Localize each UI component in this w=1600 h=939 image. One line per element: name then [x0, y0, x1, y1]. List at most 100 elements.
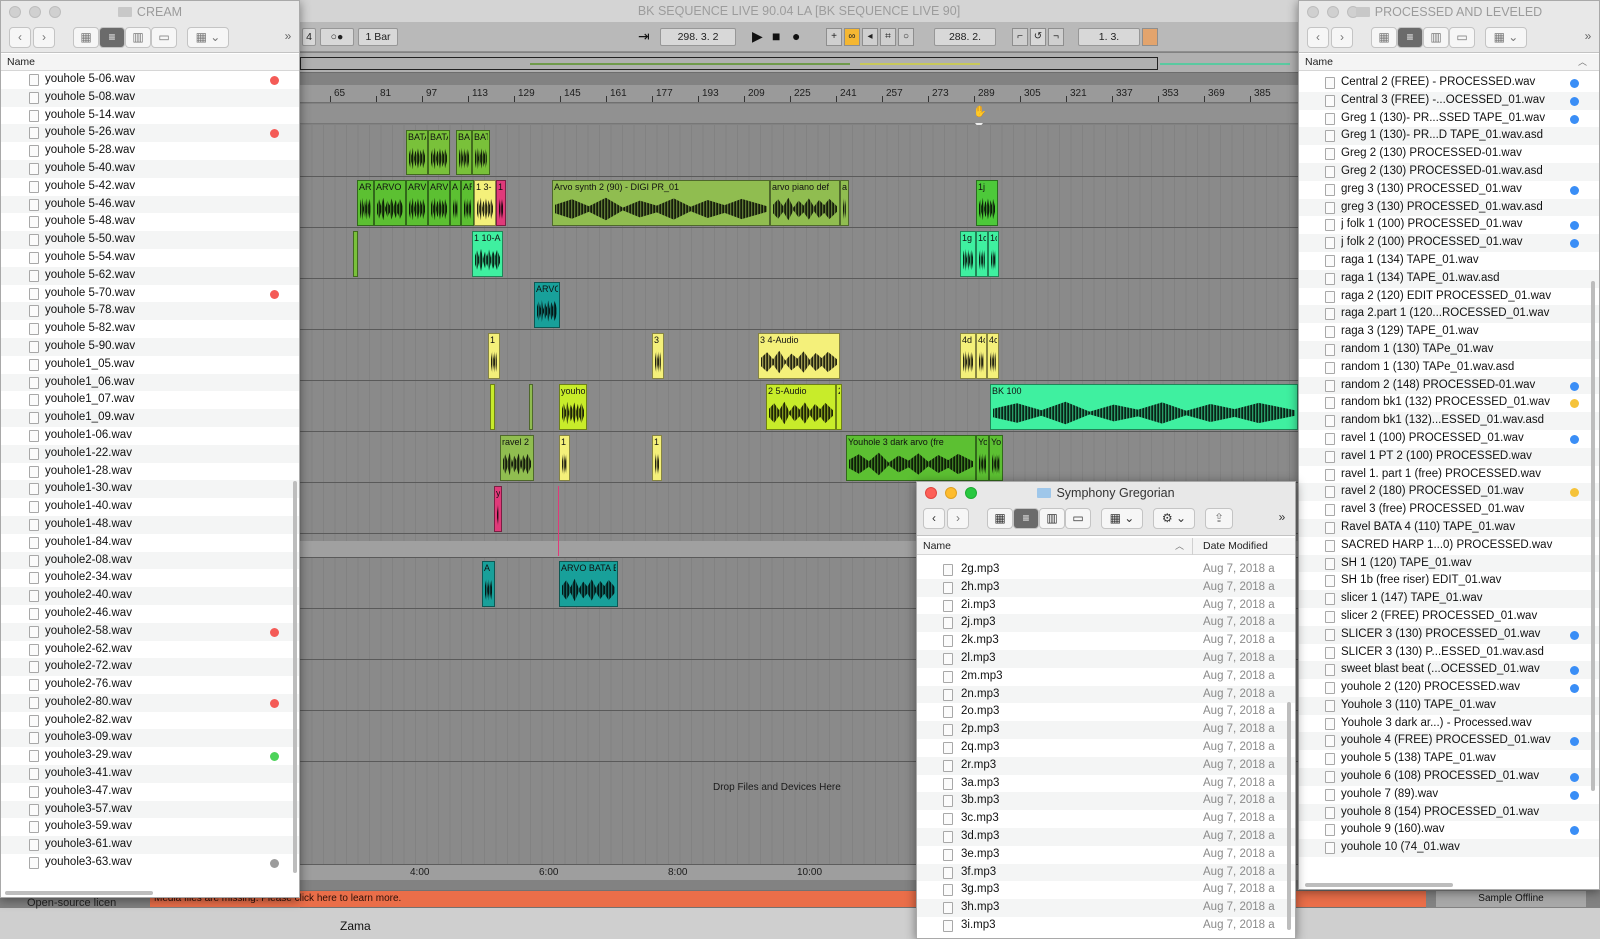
gallery-view-button[interactable]: ▭	[1065, 508, 1091, 529]
list-item[interactable]: youhole 5-78.wav	[1, 302, 299, 321]
list-item[interactable]: slicer 1 (147) TAPE_01.wav	[1299, 590, 1599, 608]
list-item[interactable]: Youhole 3 dark ar...) - Processed.wav	[1299, 715, 1599, 733]
list-item[interactable]: youhole 5-26.wav	[1, 124, 299, 143]
list-item[interactable]: youhole 5-08.wav	[1, 88, 299, 107]
list-item[interactable]: 2k.mp3 Aug 7, 2018 a	[917, 632, 1295, 650]
name-column-header[interactable]: Name	[917, 540, 951, 552]
audio-clip[interactable]: BATA	[406, 130, 428, 175]
record-icon[interactable]: ●	[792, 27, 800, 45]
audio-clip[interactable]	[353, 231, 358, 277]
audio-clip[interactable]: 1c	[988, 231, 999, 277]
audio-clip[interactable]: Arvo synth 2 (90) - DIGI PR_01	[552, 180, 770, 226]
audio-clip[interactable]: 1	[496, 180, 506, 226]
list-item[interactable]: youhole 5-70.wav	[1, 285, 299, 303]
audio-clip[interactable]: BA	[456, 130, 472, 175]
list-item[interactable]: youhole2-76.wav	[1, 676, 299, 694]
list-item[interactable]: Youhole 3 (110) TAPE_01.wav	[1299, 696, 1599, 715]
share-icon[interactable]: ⇪	[1205, 508, 1233, 529]
list-item[interactable]: 2i.mp3 Aug 7, 2018 a	[917, 597, 1295, 615]
list-item[interactable]: raga 1 (134) TAPE_01.wav	[1299, 252, 1599, 270]
audio-clip[interactable]: ravel 2	[500, 435, 534, 481]
list-item[interactable]: 3b.mp3 Aug 7, 2018 a	[917, 792, 1295, 811]
list-item[interactable]: youhole3-47.wav	[1, 783, 299, 801]
minimize-button[interactable]	[29, 6, 41, 18]
list-item[interactable]: raga 3 (129) TAPE_01.wav	[1299, 323, 1599, 341]
list-item[interactable]: youhole 5-42.wav	[1, 178, 299, 196]
list-item[interactable]: 2l.mp3 Aug 7, 2018 a	[917, 649, 1295, 668]
list-item[interactable]: 3e.mp3 Aug 7, 2018 a	[917, 846, 1295, 864]
audio-clip[interactable]: 1 3-	[474, 180, 496, 226]
audio-clip[interactable]: AR	[461, 180, 474, 226]
audio-clip[interactable]: You	[976, 435, 989, 481]
forward-button[interactable]: ›	[947, 508, 969, 529]
list-item[interactable]: 2g.mp3 Aug 7, 2018 a	[917, 561, 1295, 579]
finder-window-cream[interactable]: CREAM ‹ › ▦ ≡ ▥ ▭ ▦ ⌄ » Name youhole 5-0…	[0, 0, 300, 898]
stop-icon[interactable]: ■	[772, 27, 780, 45]
list-item[interactable]: raga 1 (134) TAPE_01.wav.asd	[1299, 269, 1599, 288]
audio-clip[interactable]: ar	[840, 180, 849, 226]
list-item[interactable]: youhole 5-06.wav	[1, 71, 299, 89]
column-header[interactable]: Name	[1, 54, 299, 71]
list-view-button[interactable]: ≡	[1397, 27, 1423, 48]
arrangement-overview[interactable]	[300, 53, 1298, 73]
zoom-button[interactable]	[49, 6, 61, 18]
loop-length-field[interactable]: 1. 3.	[1078, 28, 1140, 46]
name-column-header[interactable]: Name	[1299, 56, 1333, 68]
list-item[interactable]: youhole2-82.wav	[1, 712, 299, 730]
list-item[interactable]: slicer 2 (FREE) PROCESSED_01.wav	[1299, 608, 1599, 626]
list-item[interactable]: youhole1-84.wav	[1, 534, 299, 552]
audio-clip[interactable]: 3 4-Audio	[758, 333, 840, 379]
list-item[interactable]: youhole 2 (120) PROCESSED.wav	[1299, 679, 1599, 697]
group-by-button[interactable]: ▦ ⌄	[1101, 508, 1143, 529]
audio-clip[interactable]: BAT	[472, 130, 490, 175]
column-view-button[interactable]: ▥	[125, 27, 151, 48]
audio-clip[interactable]: BK 100	[990, 384, 1298, 430]
list-item[interactable]: youhole 5-50.wav	[1, 231, 299, 249]
icon-view-button[interactable]: ▦	[1371, 27, 1397, 48]
audio-clip[interactable]: 1	[652, 435, 662, 481]
minimize-button[interactable]	[945, 487, 957, 499]
list-item[interactable]: SLICER 3 (130) PROCESSED_01.wav	[1299, 625, 1599, 644]
audio-clip[interactable]: 1 1	[488, 333, 500, 379]
audio-clip[interactable]: You	[989, 435, 1003, 481]
list-item[interactable]: random 2 (148) PROCESSED-01.wav	[1299, 376, 1599, 395]
list-item[interactable]: youhole2-62.wav	[1, 641, 299, 659]
window-titlebar[interactable]: Symphony Gregorian	[917, 482, 1295, 504]
list-item[interactable]: Greg 2 (130) PROCESSED-01.wav.asd	[1299, 162, 1599, 181]
list-item[interactable]: 2r.mp3 Aug 7, 2018 a	[917, 756, 1295, 775]
group-by-button[interactable]: ▦ ⌄	[187, 27, 229, 48]
horizontal-scrollbar[interactable]	[5, 891, 153, 895]
audio-clip[interactable]: youho	[559, 384, 587, 430]
toolbar-overflow-button[interactable]: »	[1579, 27, 1597, 48]
list-item[interactable]: j folk 2 (100) PROCESSED_01.wav	[1299, 234, 1599, 252]
list-item[interactable]: Greg 1 (130)- PR...D TAPE_01.wav.asd	[1299, 127, 1599, 146]
automation-arm-icon[interactable]: ∞	[844, 28, 860, 46]
list-item[interactable]: youhole3-09.wav	[1, 729, 299, 748]
audio-clip[interactable]: arvo piano def	[770, 180, 840, 226]
list-item[interactable]: Greg 1 (130)- PR...SSED TAPE_01.wav	[1299, 110, 1599, 128]
list-item[interactable]: 3f.mp3 Aug 7, 2018 a	[917, 863, 1295, 882]
zoom-button[interactable]	[965, 487, 977, 499]
list-view-button[interactable]: ≡	[1013, 508, 1039, 529]
list-item[interactable]: Greg 2 (130) PROCESSED-01.wav	[1299, 145, 1599, 163]
back-to-arrangement-icon[interactable]: ◂	[862, 28, 878, 46]
column-header[interactable]: Name ︿ Date Modified	[917, 538, 1295, 555]
list-item[interactable]: 2o.mp3 Aug 7, 2018 a	[917, 703, 1295, 721]
list-item[interactable]: youhole2-46.wav	[1, 605, 299, 623]
list-item[interactable]: youhole 5-90.wav	[1, 337, 299, 356]
list-item[interactable]: 2h.mp3 Aug 7, 2018 a	[917, 578, 1295, 597]
list-item[interactable]: greg 3 (130) PROCESSED_01.wav	[1299, 181, 1599, 199]
meter-field[interactable]: 4	[302, 28, 316, 46]
list-item[interactable]: 3a.mp3 Aug 7, 2018 a	[917, 775, 1295, 793]
forward-button[interactable]: ›	[33, 27, 55, 48]
audio-clip[interactable]	[490, 384, 495, 430]
list-item[interactable]: ravel 1. part 1 (free) PROCESSED.wav	[1299, 466, 1599, 484]
list-item[interactable]: youhole3-29.wav	[1, 747, 299, 765]
list-item[interactable]: sweet blast beat (...OCESSED_01.wav	[1299, 661, 1599, 680]
file-list[interactable]: youhole 5-06.wav youhole 5-08.wav youhole …	[1, 71, 299, 873]
list-item[interactable]: ravel 2 (180) PROCESSED_01.wav	[1299, 483, 1599, 502]
list-item[interactable]: youhole 5-54.wav	[1, 249, 299, 267]
loop-switch-icon[interactable]: ↺	[1030, 28, 1046, 46]
audio-clip[interactable]: ARVO	[374, 180, 406, 226]
audio-clip[interactable]: 2 5-Audio	[766, 384, 836, 430]
